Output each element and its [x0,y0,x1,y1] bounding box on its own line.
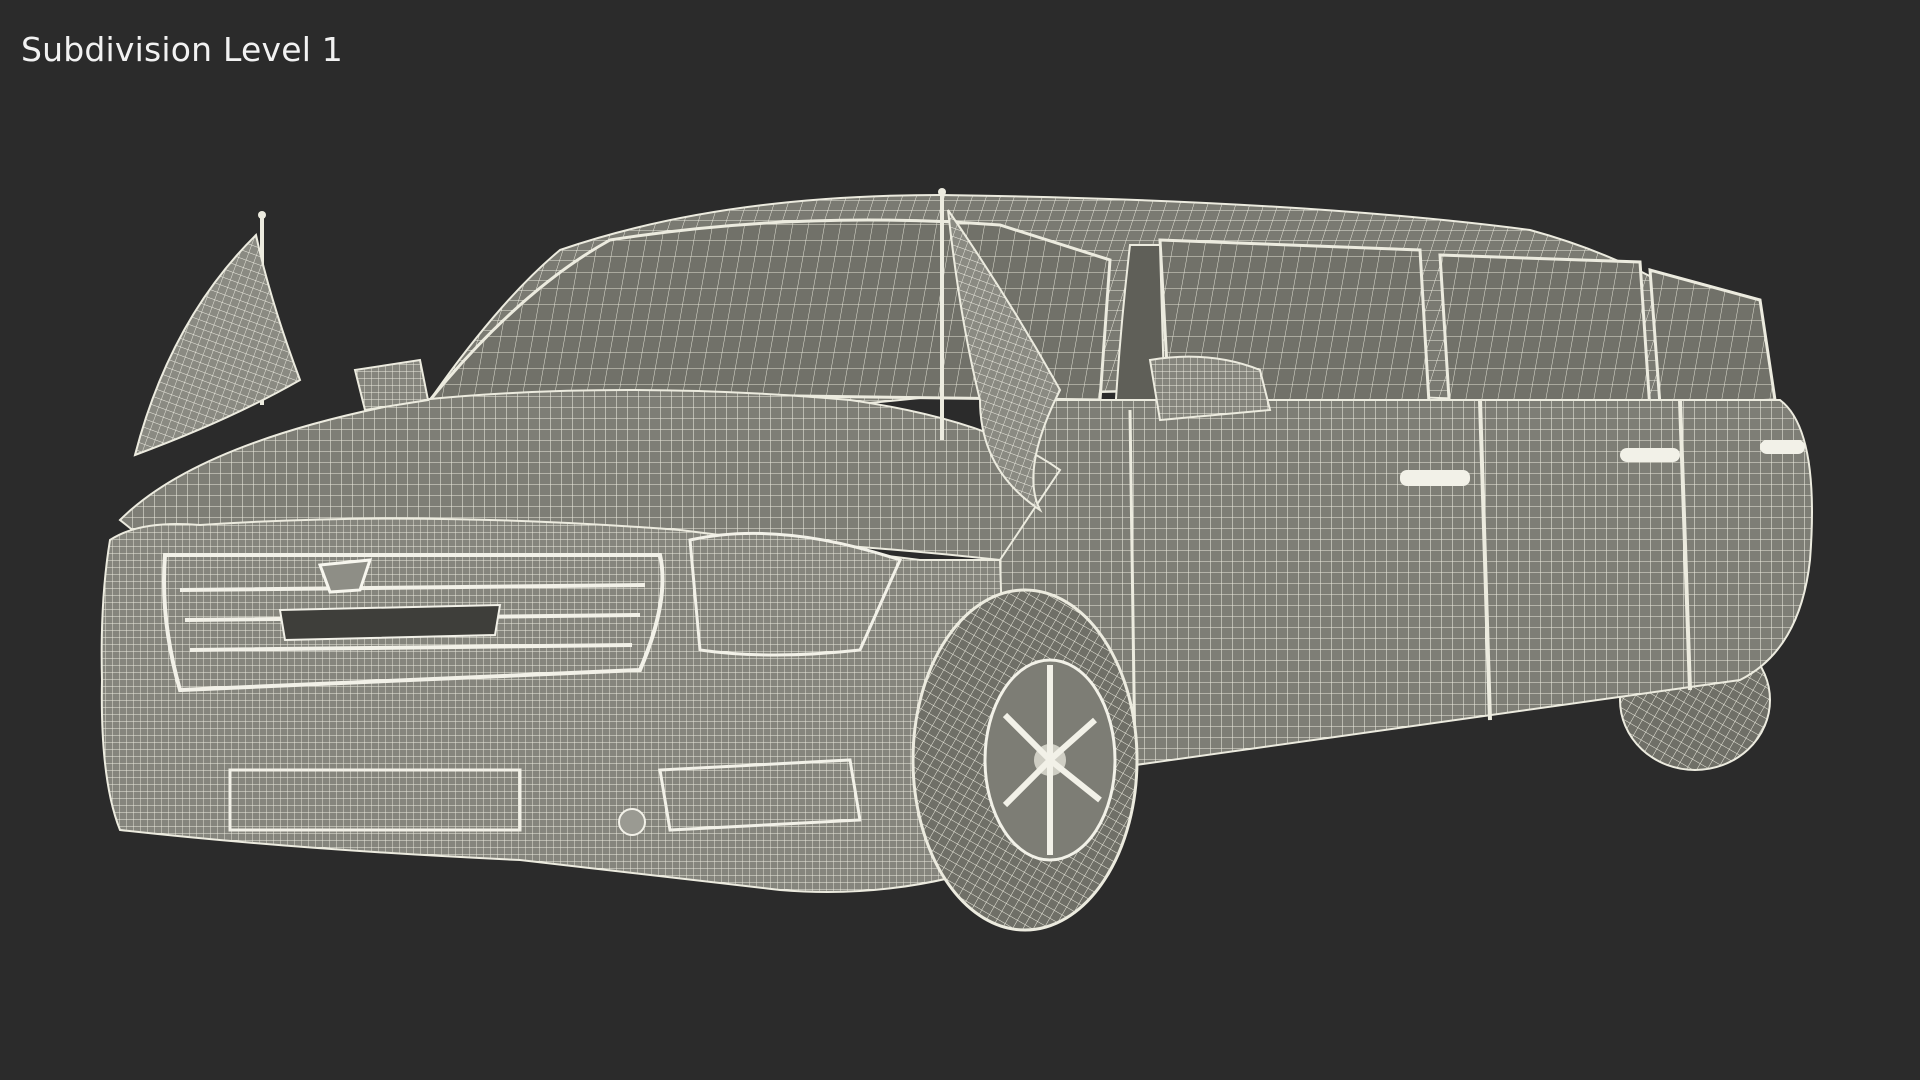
wireframe-render [100,188,1813,932]
front-wheel [911,588,1139,932]
mirror-right [1148,355,1272,422]
mirror-left [353,358,430,412]
flag-left [133,211,302,457]
render-viewport: Subdivision Level 1 [0,0,1920,1080]
subdivision-label: Subdivision Level 1 [21,30,343,69]
front-fascia [100,517,1012,893]
